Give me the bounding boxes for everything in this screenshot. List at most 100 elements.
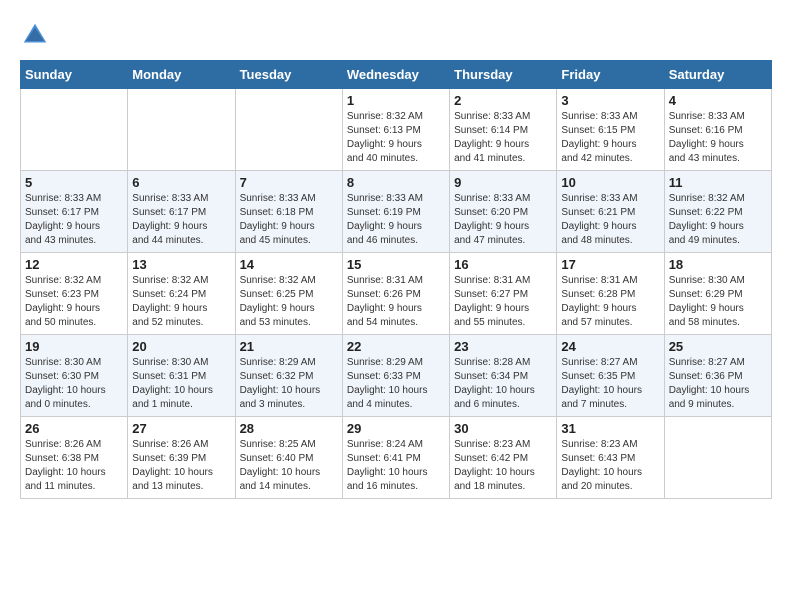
day-number: 8 bbox=[347, 175, 445, 190]
day-number: 31 bbox=[561, 421, 659, 436]
calendar-cell: 27 Sunrise: 8:26 AM Sunset: 6:39 PM Dayli… bbox=[128, 417, 235, 499]
day-number: 20 bbox=[132, 339, 230, 354]
calendar-cell: 10 Sunrise: 8:33 AM Sunset: 6:21 PM Dayli… bbox=[557, 171, 664, 253]
day-number: 17 bbox=[561, 257, 659, 272]
calendar-cell: 29 Sunrise: 8:24 AM Sunset: 6:41 PM Dayli… bbox=[342, 417, 449, 499]
day-info: Sunrise: 8:33 AM Sunset: 6:21 PM Dayligh… bbox=[561, 192, 659, 248]
day-number: 14 bbox=[240, 257, 338, 272]
day-info: Sunrise: 8:27 AM Sunset: 6:36 PM Dayligh… bbox=[669, 356, 767, 412]
day-info: Sunrise: 8:33 AM Sunset: 6:14 PM Dayligh… bbox=[454, 110, 552, 166]
calendar-table: SundayMondayTuesdayWednesdayThursdayFrid… bbox=[20, 60, 772, 499]
calendar-cell: 28 Sunrise: 8:25 AM Sunset: 6:40 PM Dayli… bbox=[235, 417, 342, 499]
day-info: Sunrise: 8:25 AM Sunset: 6:40 PM Dayligh… bbox=[240, 438, 338, 494]
calendar-cell bbox=[21, 89, 128, 171]
day-number: 19 bbox=[25, 339, 123, 354]
day-info: Sunrise: 8:31 AM Sunset: 6:28 PM Dayligh… bbox=[561, 274, 659, 330]
day-header-thursday: Thursday bbox=[450, 61, 557, 89]
calendar-cell: 15 Sunrise: 8:31 AM Sunset: 6:26 PM Dayli… bbox=[342, 253, 449, 335]
calendar-cell: 7 Sunrise: 8:33 AM Sunset: 6:18 PM Daylig… bbox=[235, 171, 342, 253]
day-header-sunday: Sunday bbox=[21, 61, 128, 89]
day-info: Sunrise: 8:32 AM Sunset: 6:24 PM Dayligh… bbox=[132, 274, 230, 330]
day-number: 26 bbox=[25, 421, 123, 436]
day-info: Sunrise: 8:24 AM Sunset: 6:41 PM Dayligh… bbox=[347, 438, 445, 494]
day-number: 18 bbox=[669, 257, 767, 272]
day-info: Sunrise: 8:29 AM Sunset: 6:32 PM Dayligh… bbox=[240, 356, 338, 412]
calendar-cell: 20 Sunrise: 8:30 AM Sunset: 6:31 PM Dayli… bbox=[128, 335, 235, 417]
day-info: Sunrise: 8:33 AM Sunset: 6:20 PM Dayligh… bbox=[454, 192, 552, 248]
day-info: Sunrise: 8:23 AM Sunset: 6:42 PM Dayligh… bbox=[454, 438, 552, 494]
calendar-cell: 12 Sunrise: 8:32 AM Sunset: 6:23 PM Dayli… bbox=[21, 253, 128, 335]
day-info: Sunrise: 8:33 AM Sunset: 6:17 PM Dayligh… bbox=[25, 192, 123, 248]
calendar-cell: 19 Sunrise: 8:30 AM Sunset: 6:30 PM Dayli… bbox=[21, 335, 128, 417]
day-number: 4 bbox=[669, 93, 767, 108]
calendar-cell: 22 Sunrise: 8:29 AM Sunset: 6:33 PM Dayli… bbox=[342, 335, 449, 417]
calendar-cell: 24 Sunrise: 8:27 AM Sunset: 6:35 PM Dayli… bbox=[557, 335, 664, 417]
day-number: 24 bbox=[561, 339, 659, 354]
calendar-cell: 5Sunrise: 8:33 AM Sunset: 6:17 PM Daylig… bbox=[21, 171, 128, 253]
day-info: Sunrise: 8:30 AM Sunset: 6:30 PM Dayligh… bbox=[25, 356, 123, 412]
day-number: 27 bbox=[132, 421, 230, 436]
day-header-wednesday: Wednesday bbox=[342, 61, 449, 89]
logo bbox=[20, 20, 54, 50]
calendar-cell bbox=[664, 417, 771, 499]
calendar-cell bbox=[235, 89, 342, 171]
day-number: 2 bbox=[454, 93, 552, 108]
day-number: 30 bbox=[454, 421, 552, 436]
calendar-cell: 1 Sunrise: 8:32 AM Sunset: 6:13 PM Daylig… bbox=[342, 89, 449, 171]
calendar-cell: 18 Sunrise: 8:30 AM Sunset: 6:29 PM Dayli… bbox=[664, 253, 771, 335]
calendar-cell: 30 Sunrise: 8:23 AM Sunset: 6:42 PM Dayli… bbox=[450, 417, 557, 499]
calendar-cell: 26Sunrise: 8:26 AM Sunset: 6:38 PM Dayli… bbox=[21, 417, 128, 499]
day-info: Sunrise: 8:23 AM Sunset: 6:43 PM Dayligh… bbox=[561, 438, 659, 494]
day-number: 16 bbox=[454, 257, 552, 272]
calendar-cell: 2 Sunrise: 8:33 AM Sunset: 6:14 PM Daylig… bbox=[450, 89, 557, 171]
calendar-week-1: 1 Sunrise: 8:32 AM Sunset: 6:13 PM Daylig… bbox=[21, 89, 772, 171]
day-header-saturday: Saturday bbox=[664, 61, 771, 89]
day-info: Sunrise: 8:32 AM Sunset: 6:22 PM Dayligh… bbox=[669, 192, 767, 248]
logo-icon bbox=[20, 20, 50, 50]
day-info: Sunrise: 8:31 AM Sunset: 6:26 PM Dayligh… bbox=[347, 274, 445, 330]
day-number: 10 bbox=[561, 175, 659, 190]
day-number: 29 bbox=[347, 421, 445, 436]
calendar-cell: 3Sunrise: 8:33 AM Sunset: 6:15 PM Daylig… bbox=[557, 89, 664, 171]
calendar-cell: 31 Sunrise: 8:23 AM Sunset: 6:43 PM Dayli… bbox=[557, 417, 664, 499]
day-info: Sunrise: 8:33 AM Sunset: 6:15 PM Dayligh… bbox=[561, 110, 659, 166]
calendar-cell: 13 Sunrise: 8:32 AM Sunset: 6:24 PM Dayli… bbox=[128, 253, 235, 335]
calendar-cell: 17 Sunrise: 8:31 AM Sunset: 6:28 PM Dayli… bbox=[557, 253, 664, 335]
day-number: 13 bbox=[132, 257, 230, 272]
calendar-cell: 4 Sunrise: 8:33 AM Sunset: 6:16 PM Daylig… bbox=[664, 89, 771, 171]
calendar-cell: 16 Sunrise: 8:31 AM Sunset: 6:27 PM Dayli… bbox=[450, 253, 557, 335]
calendar-cell: 11Sunrise: 8:32 AM Sunset: 6:22 PM Dayli… bbox=[664, 171, 771, 253]
calendar-cell bbox=[128, 89, 235, 171]
calendar-cell: 8 Sunrise: 8:33 AM Sunset: 6:19 PM Daylig… bbox=[342, 171, 449, 253]
day-info: Sunrise: 8:28 AM Sunset: 6:34 PM Dayligh… bbox=[454, 356, 552, 412]
day-number: 6 bbox=[132, 175, 230, 190]
day-number: 25 bbox=[669, 339, 767, 354]
day-number: 23 bbox=[454, 339, 552, 354]
day-info: Sunrise: 8:30 AM Sunset: 6:31 PM Dayligh… bbox=[132, 356, 230, 412]
calendar-week-4: 19 Sunrise: 8:30 AM Sunset: 6:30 PM Dayli… bbox=[21, 335, 772, 417]
day-info: Sunrise: 8:31 AM Sunset: 6:27 PM Dayligh… bbox=[454, 274, 552, 330]
day-info: Sunrise: 8:33 AM Sunset: 6:19 PM Dayligh… bbox=[347, 192, 445, 248]
day-info: Sunrise: 8:29 AM Sunset: 6:33 PM Dayligh… bbox=[347, 356, 445, 412]
day-info: Sunrise: 8:32 AM Sunset: 6:25 PM Dayligh… bbox=[240, 274, 338, 330]
day-info: Sunrise: 8:33 AM Sunset: 6:18 PM Dayligh… bbox=[240, 192, 338, 248]
day-info: Sunrise: 8:32 AM Sunset: 6:13 PM Dayligh… bbox=[347, 110, 445, 166]
calendar-cell: 23 Sunrise: 8:28 AM Sunset: 6:34 PM Dayli… bbox=[450, 335, 557, 417]
day-number: 21 bbox=[240, 339, 338, 354]
day-info: Sunrise: 8:27 AM Sunset: 6:35 PM Dayligh… bbox=[561, 356, 659, 412]
day-info: Sunrise: 8:33 AM Sunset: 6:16 PM Dayligh… bbox=[669, 110, 767, 166]
day-number: 15 bbox=[347, 257, 445, 272]
day-info: Sunrise: 8:26 AM Sunset: 6:39 PM Dayligh… bbox=[132, 438, 230, 494]
day-number: 28 bbox=[240, 421, 338, 436]
day-header-tuesday: Tuesday bbox=[235, 61, 342, 89]
day-number: 9 bbox=[454, 175, 552, 190]
day-number: 12 bbox=[25, 257, 123, 272]
calendar-cell: 21 Sunrise: 8:29 AM Sunset: 6:32 PM Dayli… bbox=[235, 335, 342, 417]
day-number: 7 bbox=[240, 175, 338, 190]
calendar-cell: 9 Sunrise: 8:33 AM Sunset: 6:20 PM Daylig… bbox=[450, 171, 557, 253]
day-info: Sunrise: 8:30 AM Sunset: 6:29 PM Dayligh… bbox=[669, 274, 767, 330]
calendar-header-row: SundayMondayTuesdayWednesdayThursdayFrid… bbox=[21, 61, 772, 89]
day-number: 22 bbox=[347, 339, 445, 354]
day-info: Sunrise: 8:32 AM Sunset: 6:23 PM Dayligh… bbox=[25, 274, 123, 330]
day-number: 1 bbox=[347, 93, 445, 108]
